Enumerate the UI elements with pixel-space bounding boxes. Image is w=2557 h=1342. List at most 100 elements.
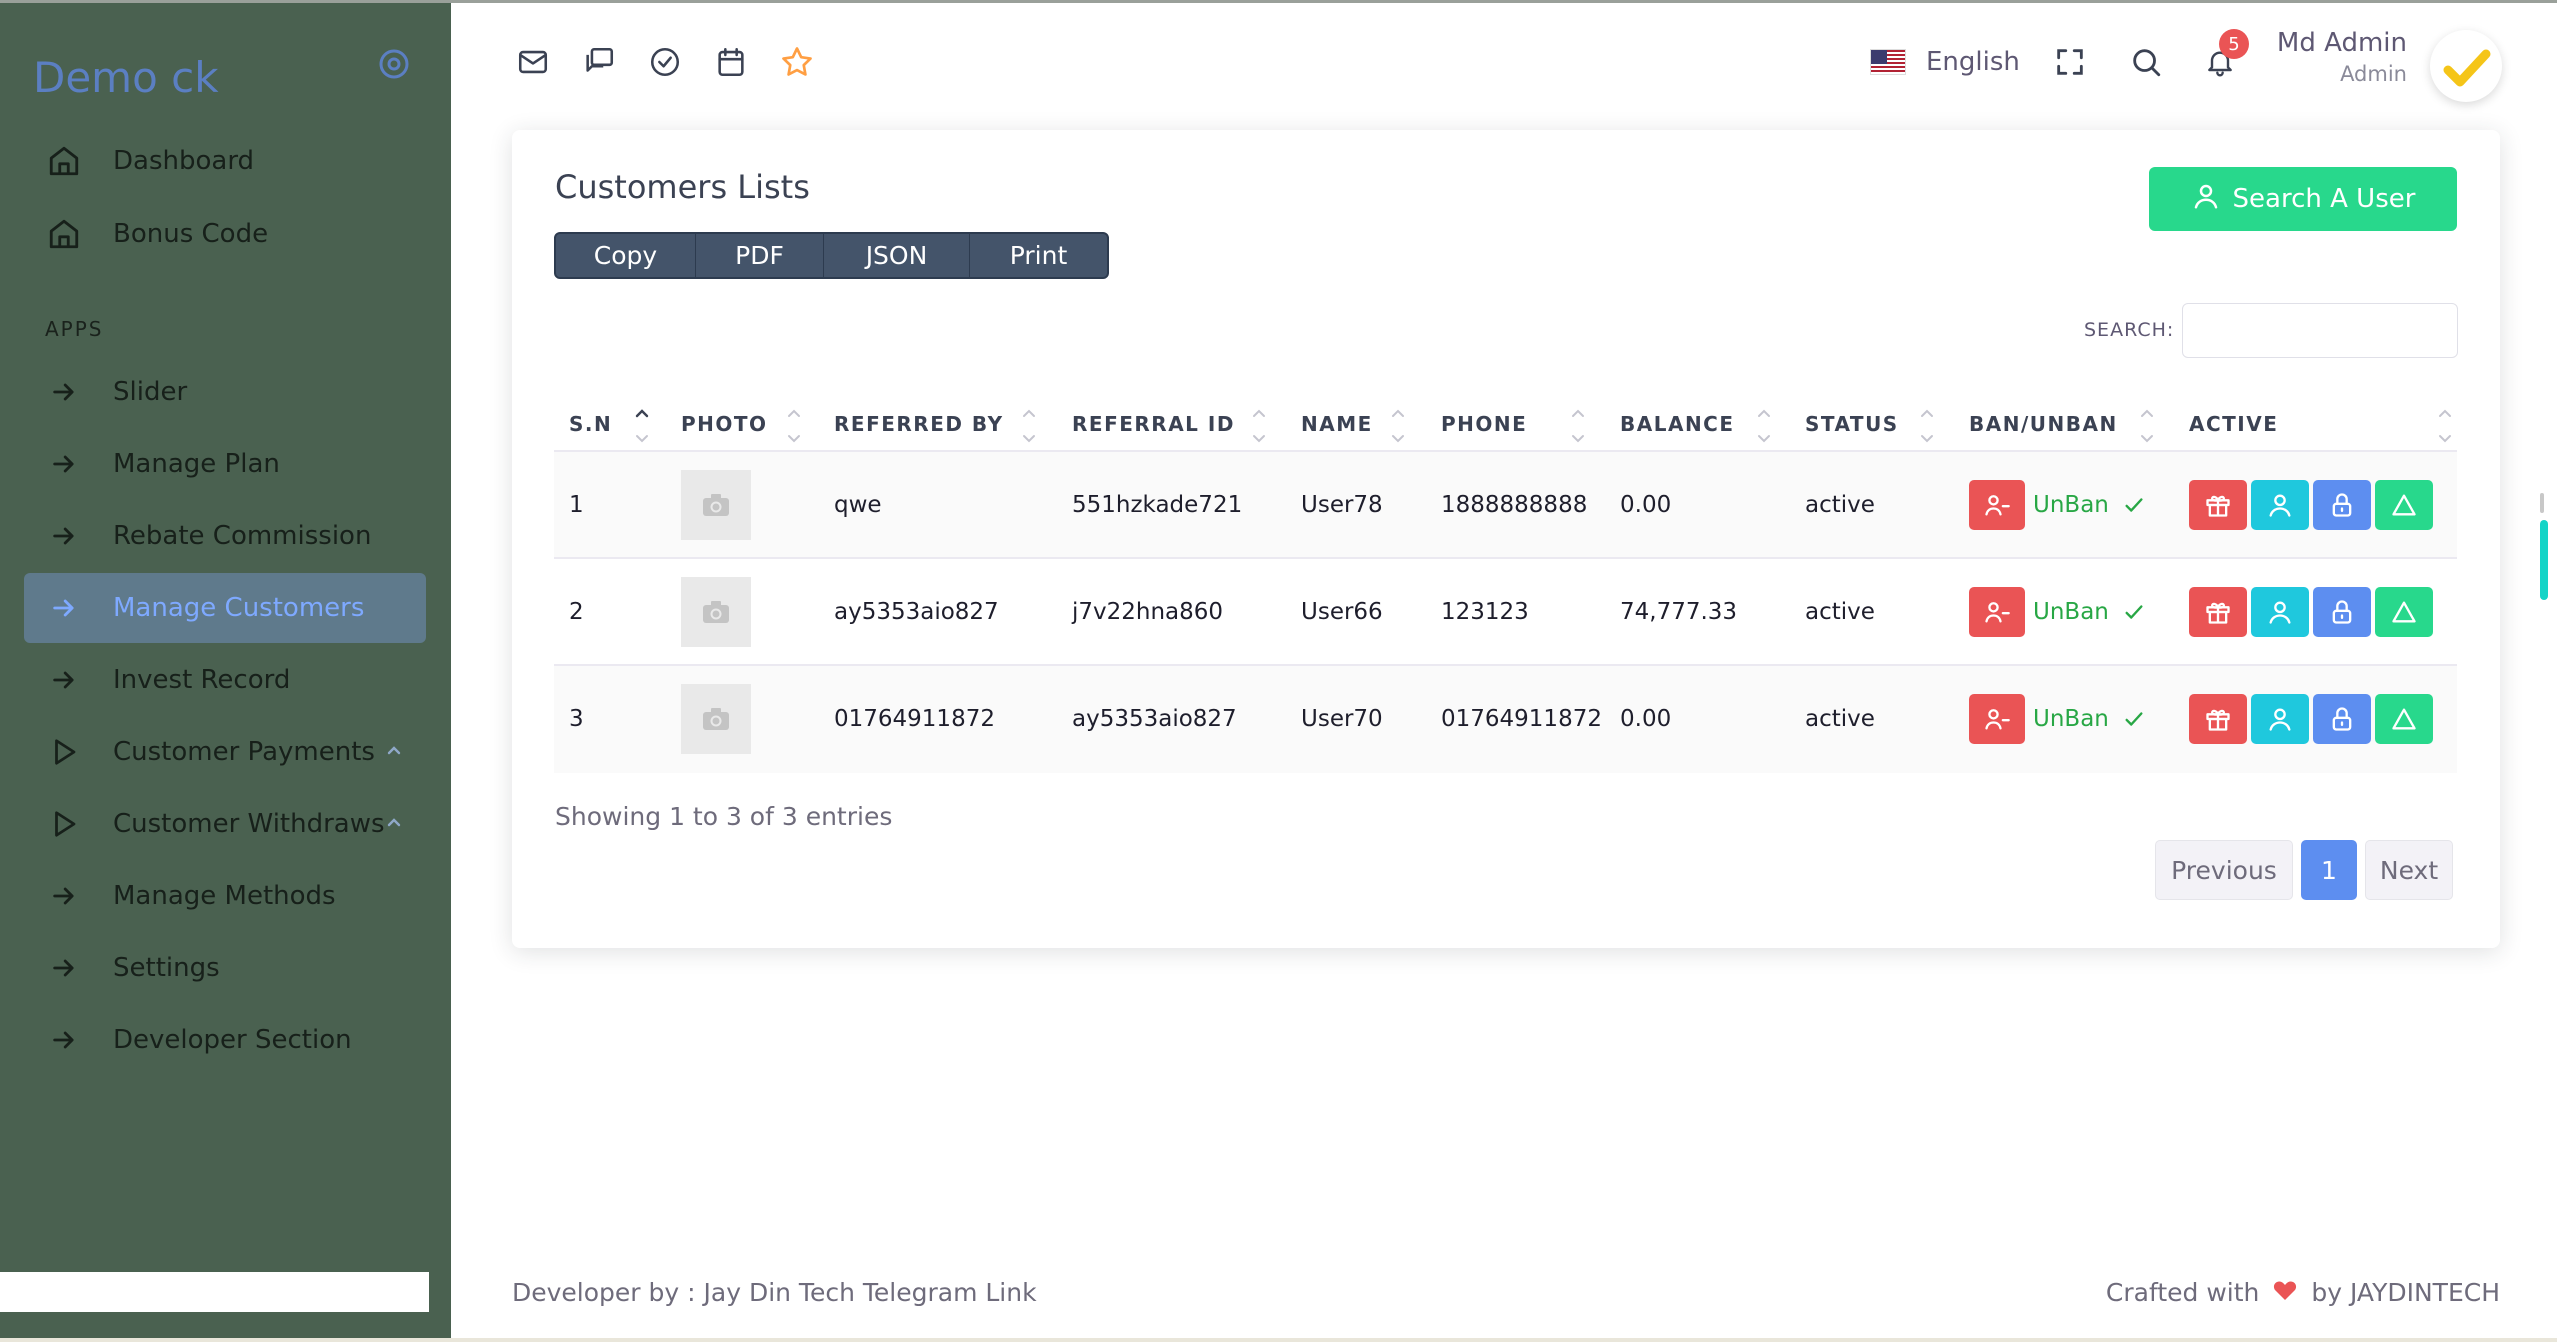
arrow-right-icon	[44, 516, 84, 556]
page-title: Customers Lists	[555, 168, 810, 206]
sidebar-item-bonus-code[interactable]: Bonus Code	[24, 199, 426, 269]
us-flag-icon	[1870, 49, 1906, 75]
unban-link[interactable]: UnBan	[2033, 706, 2109, 732]
sort-icon[interactable]	[634, 402, 650, 446]
sort-icon[interactable]	[1021, 402, 1037, 446]
cell-actions	[2189, 666, 2437, 771]
column-header-active[interactable]: ACTIVE	[2189, 396, 2278, 452]
column-header-referral-id[interactable]: REFERRAL ID	[1072, 396, 1235, 452]
developer-credit-link[interactable]: Developer by : Jay Din Tech Telegram Lin…	[512, 1278, 1037, 1307]
triangle-button[interactable]	[2375, 586, 2433, 637]
cell-referred-by: ay5353aio827	[834, 598, 999, 625]
triangle-button[interactable]	[2375, 693, 2433, 744]
lock-button[interactable]	[2313, 586, 2371, 637]
check-circle-icon[interactable]	[645, 42, 685, 82]
sidebar-item-customer-withdraws[interactable]: Customer Withdraws	[24, 789, 426, 859]
chevron-up-icon[interactable]	[382, 811, 406, 835]
sort-icon[interactable]	[786, 402, 802, 446]
sidebar-item-label: Customer Payments	[113, 737, 375, 767]
customers-card: Customers Lists Search A User Copy PDF J…	[512, 130, 2500, 948]
cell-name: User78	[1301, 491, 1383, 518]
column-header-ban-unban[interactable]: BAN/UNBAN	[1969, 396, 2118, 452]
cell-referral-id: ay5353aio827	[1072, 705, 1237, 732]
next-page-button[interactable]: Next	[2365, 840, 2453, 900]
column-header-name[interactable]: NAME	[1301, 396, 1373, 452]
ban-user-button[interactable]	[1969, 693, 2025, 744]
pdf-button[interactable]: PDF	[696, 234, 824, 277]
sort-icon[interactable]	[1570, 402, 1586, 446]
print-button[interactable]: Print	[970, 234, 1107, 277]
user-name[interactable]: Md Admin	[2277, 28, 2407, 58]
cell-sn: 1	[569, 491, 584, 518]
unban-link[interactable]: UnBan	[2033, 599, 2109, 625]
chevron-up-icon[interactable]	[382, 739, 406, 763]
sidebar-item-settings[interactable]: Settings	[24, 933, 426, 1003]
home-icon	[44, 214, 84, 254]
sidebar-item-invest-record[interactable]: Invest Record	[24, 645, 426, 715]
column-header-photo[interactable]: PHOTO	[681, 396, 768, 452]
search-icon[interactable]	[2126, 42, 2166, 82]
search-input[interactable]	[2182, 303, 2458, 358]
search-user-button[interactable]: Search A User	[2149, 167, 2457, 231]
previous-page-button[interactable]: Previous	[2155, 840, 2293, 900]
chat-icon[interactable]	[579, 42, 619, 82]
scrollbar-thumb[interactable]	[2540, 520, 2548, 600]
notification-badge: 5	[2219, 29, 2249, 59]
column-header-sn[interactable]: S.N	[569, 396, 612, 452]
language-selector[interactable]: English	[1870, 42, 2020, 82]
brand-logo[interactable]: Demo ck	[33, 53, 219, 102]
gift-button[interactable]	[2189, 586, 2247, 637]
heart-icon	[2273, 1278, 2297, 1307]
lock-button[interactable]	[2313, 479, 2371, 530]
column-header-status[interactable]: STATUS	[1805, 396, 1899, 452]
sidebar-item-developer-section[interactable]: Developer Section	[24, 1005, 426, 1075]
sidebar-item-manage-methods[interactable]: Manage Methods	[24, 861, 426, 931]
bottom-border	[0, 1338, 2557, 1342]
sidebar-item-slider[interactable]: Slider	[24, 357, 426, 427]
cell-status: active	[1805, 598, 1875, 625]
cell-phone: 1888888888	[1441, 491, 1588, 518]
sort-icon[interactable]	[2437, 402, 2453, 446]
view-user-button[interactable]	[2251, 586, 2309, 637]
copy-button[interactable]: Copy	[556, 234, 696, 277]
sidebar-item-manage-plan[interactable]: Manage Plan	[24, 429, 426, 499]
column-header-balance[interactable]: BALANCE	[1620, 396, 1735, 452]
cell-balance: 0.00	[1620, 705, 1672, 732]
fullscreen-icon[interactable]	[2050, 42, 2090, 82]
sidebar-item-manage-customers[interactable]: Manage Customers	[24, 573, 426, 643]
play-icon	[44, 804, 84, 844]
sort-icon[interactable]	[2139, 402, 2155, 446]
triangle-button[interactable]	[2375, 479, 2433, 530]
sidebar-toggle-icon[interactable]	[377, 47, 411, 81]
view-user-button[interactable]	[2251, 479, 2309, 530]
page-1-button[interactable]: 1	[2301, 840, 2357, 900]
column-header-referred-by[interactable]: REFERRED BY	[834, 396, 1004, 452]
sidebar-item-dashboard[interactable]: Dashboard	[24, 126, 426, 196]
table-info: Showing 1 to 3 of 3 entries	[555, 802, 893, 831]
gift-button[interactable]	[2189, 693, 2247, 744]
sidebar-item-label: Manage Customers	[113, 593, 365, 623]
mail-icon[interactable]	[513, 42, 553, 82]
star-icon[interactable]	[777, 42, 817, 82]
gift-button[interactable]	[2189, 479, 2247, 530]
calendar-icon[interactable]	[711, 42, 751, 82]
lock-button[interactable]	[2313, 693, 2371, 744]
arrow-right-icon	[44, 444, 84, 484]
sort-icon[interactable]	[1251, 402, 1267, 446]
sort-icon[interactable]	[1390, 402, 1406, 446]
json-button[interactable]: JSON	[824, 234, 970, 277]
unban-link[interactable]: UnBan	[2033, 492, 2109, 518]
view-user-button[interactable]	[2251, 693, 2309, 744]
ban-user-button[interactable]	[1969, 479, 2025, 530]
sidebar-item-customer-payments[interactable]: Customer Payments	[24, 717, 426, 787]
column-header-phone[interactable]: PHONE	[1441, 396, 1527, 452]
cell-phone: 123123	[1441, 598, 1529, 625]
sort-icon[interactable]	[1919, 402, 1935, 446]
cell-referred-by: 01764911872	[834, 705, 995, 732]
sort-icon[interactable]	[1756, 402, 1772, 446]
arrow-right-icon	[44, 1020, 84, 1060]
check-icon	[2125, 604, 2143, 619]
sidebar-item-rebate-commission[interactable]: Rebate Commission	[24, 501, 426, 571]
ban-user-button[interactable]	[1969, 586, 2025, 637]
avatar[interactable]	[2430, 30, 2502, 102]
